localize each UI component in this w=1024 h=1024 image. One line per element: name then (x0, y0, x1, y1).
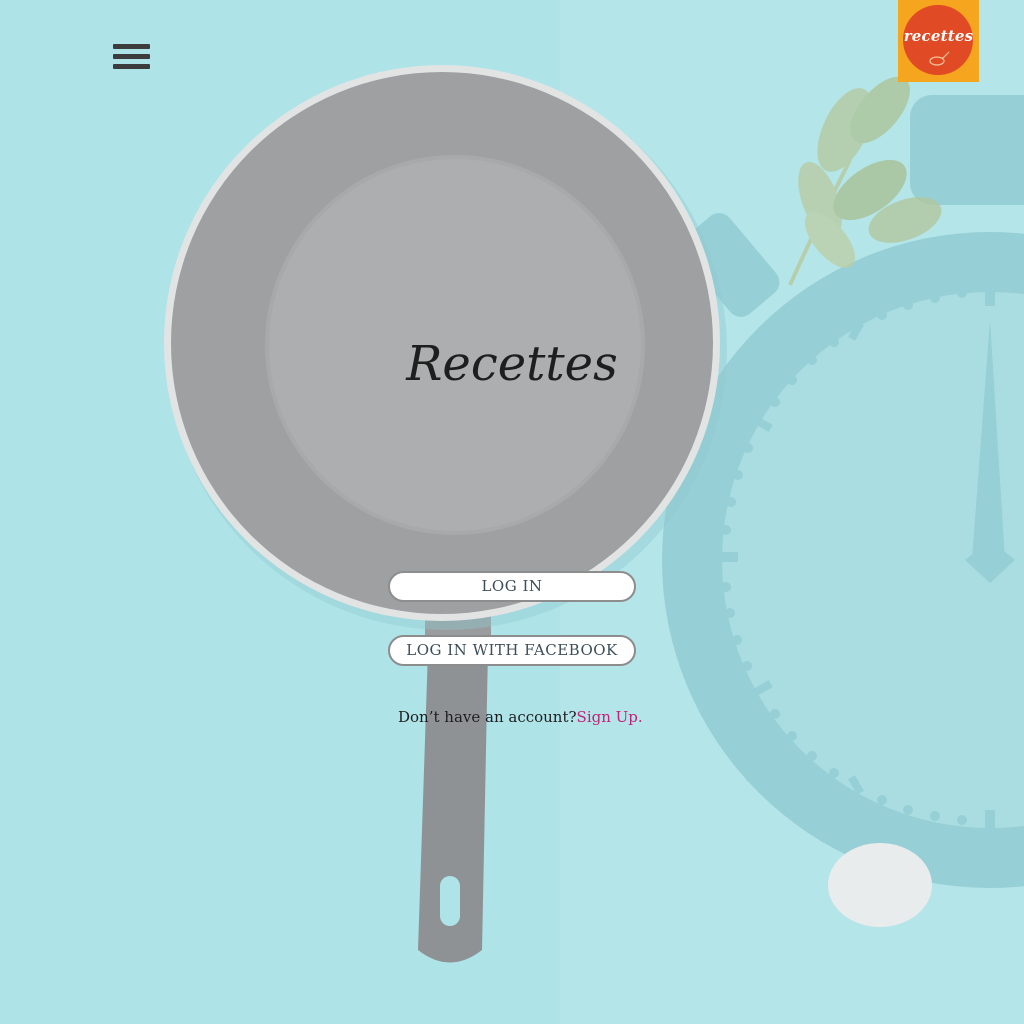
facebook-login-button[interactable]: LOG IN WITH FACEBOOK (388, 635, 636, 666)
logo-text: recettes (903, 27, 974, 45)
signup-link[interactable]: Sign Up. (577, 708, 643, 726)
login-button[interactable]: LOG IN (388, 571, 636, 602)
app-title: Recettes (406, 336, 618, 392)
garlic-illustration (828, 843, 932, 927)
signup-prompt-text: Don’t have an account? (398, 708, 577, 726)
background-illustration (0, 0, 1024, 1024)
recettes-logo[interactable]: recettes (898, 0, 979, 82)
hamburger-menu-icon[interactable] (113, 42, 151, 72)
signup-prompt-line: Don’t have an account?Sign Up. (398, 708, 643, 726)
pan-icon (929, 51, 950, 66)
